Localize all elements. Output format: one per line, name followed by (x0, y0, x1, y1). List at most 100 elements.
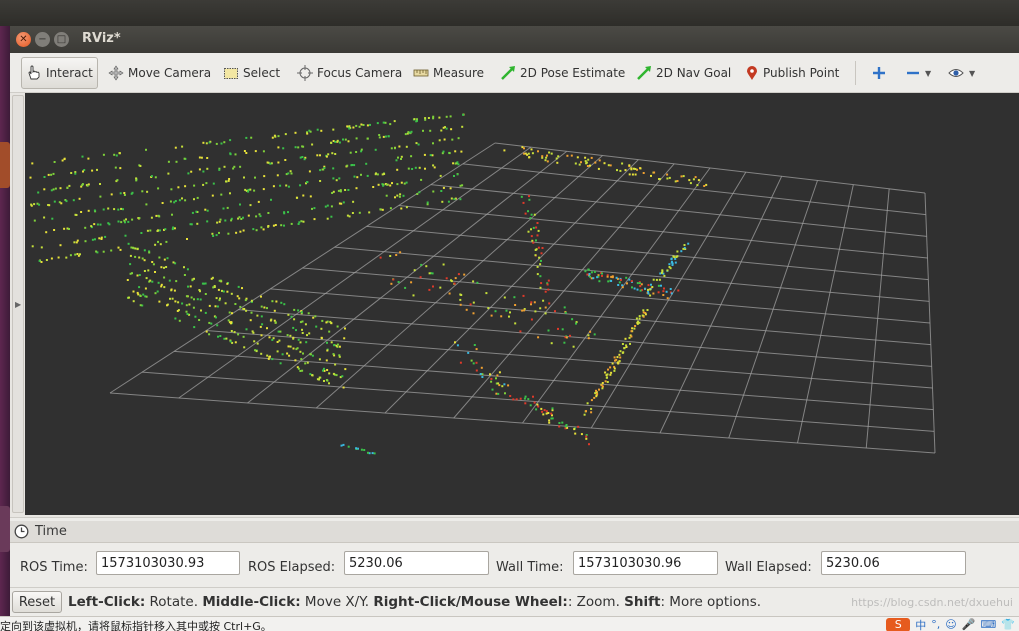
minimize-icon[interactable]: − (35, 32, 50, 47)
publish-point-tool-button[interactable]: Publish Point (741, 57, 843, 89)
move-camera-tool-button[interactable]: Move Camera (104, 57, 215, 89)
point-cloud-point (389, 184, 392, 187)
point-cloud-point (636, 282, 639, 285)
point-cloud-point (606, 381, 609, 383)
point-cloud-point (244, 299, 247, 302)
point-cloud-point (605, 376, 608, 379)
point-cloud-point (172, 261, 175, 264)
grid-line (462, 163, 926, 216)
point-cloud-point (389, 207, 392, 210)
point-cloud-point (166, 304, 168, 307)
ime-keyboard-icon[interactable]: ⌨ (980, 618, 996, 631)
point-cloud-point (193, 298, 195, 301)
point-cloud-point (202, 183, 205, 186)
point-cloud-point (230, 330, 233, 332)
point-cloud-point (115, 154, 118, 157)
point-cloud-point (501, 385, 504, 388)
point-cloud-point (445, 115, 448, 118)
point-cloud-point (177, 186, 180, 189)
point-cloud-point (311, 354, 314, 357)
select-tool-button[interactable]: Select (219, 57, 284, 89)
point-cloud-point (590, 399, 593, 402)
point-cloud-point (290, 315, 293, 318)
point-cloud-point (347, 140, 350, 143)
ros-elapsed-field[interactable] (344, 551, 489, 575)
point-cloud-point (617, 362, 620, 365)
2d-nav-goal-tool-button[interactable]: 2D Nav Goal (632, 57, 735, 89)
ime-emoji-icon[interactable]: ☺ (945, 618, 956, 631)
point-cloud-point (680, 175, 683, 178)
point-cloud-point (626, 282, 628, 285)
point-cloud-point (644, 313, 647, 316)
point-cloud-point (587, 158, 590, 161)
launcher-app-tile[interactable] (0, 142, 10, 188)
point-cloud-point (590, 156, 593, 159)
point-cloud-point (249, 188, 252, 191)
point-cloud-point (550, 412, 553, 415)
close-icon[interactable]: ✕ (16, 32, 31, 47)
ime-skin-icon[interactable]: 👕 (1001, 618, 1015, 631)
point-cloud-point (638, 315, 641, 318)
point-cloud-point (348, 127, 351, 130)
point-cloud-point (385, 183, 388, 186)
point-cloud-point (382, 135, 385, 138)
wall-time-field[interactable] (573, 551, 718, 575)
point-cloud-point (344, 189, 347, 191)
point-cloud-point (353, 164, 356, 167)
point-cloud-point (508, 315, 510, 318)
point-cloud-point (633, 287, 636, 290)
point-cloud-point (283, 303, 286, 306)
3d-viewport[interactable] (25, 93, 1019, 515)
point-cloud-point (210, 322, 213, 325)
point-cloud-point (163, 286, 166, 289)
point-cloud-point (438, 116, 441, 119)
ime-mode-icon[interactable]: 中 (915, 617, 926, 631)
wall-elapsed-field[interactable] (821, 551, 966, 575)
point-cloud-point (223, 141, 226, 144)
point-cloud-point (540, 282, 543, 285)
ime-voice-icon[interactable]: 🎤 (962, 618, 976, 631)
measure-tool-button[interactable]: Measure (409, 57, 488, 89)
point-cloud-point (634, 325, 637, 327)
launcher-app-tile[interactable] (0, 506, 10, 552)
point-cloud-point (50, 257, 53, 260)
left-dock-handle[interactable]: ▶ (12, 95, 24, 513)
remove-tool-button[interactable]: ▼ (902, 57, 935, 89)
point-cloud-point (662, 290, 665, 293)
point-cloud-point (297, 146, 300, 149)
point-cloud-point (351, 212, 354, 214)
point-cloud-point (158, 229, 161, 232)
point-cloud-point (266, 327, 268, 330)
point-cloud-point (543, 409, 546, 412)
point-cloud-point (580, 433, 583, 436)
maximize-icon[interactable]: □ (54, 32, 69, 47)
point-cloud-point (164, 228, 167, 231)
point-cloud-point (535, 239, 537, 242)
interact-tool-button[interactable]: Interact (21, 57, 98, 89)
point-cloud-point (625, 346, 628, 348)
2d-pose-estimate-tool-button[interactable]: 2D Pose Estimate (496, 57, 629, 89)
toolbar-separator (855, 61, 856, 85)
status-bar: Reset Left-Click: Rotate. Middle-Click: … (10, 587, 1019, 616)
point-cloud-point (546, 160, 549, 163)
point-cloud-point (676, 180, 679, 182)
point-cloud-point (610, 371, 613, 374)
ros-time-field[interactable] (96, 551, 240, 575)
ime-punct-icon[interactable]: °, (931, 618, 940, 631)
point-cloud-point (290, 222, 293, 225)
point-cloud-point (222, 290, 225, 293)
focus-camera-tool-button[interactable]: Focus Camera (293, 57, 406, 89)
visibility-button[interactable]: ▼ (944, 57, 979, 89)
sogou-logo-icon[interactable]: S (886, 617, 911, 631)
point-cloud-point (585, 410, 587, 413)
point-cloud-point (220, 142, 223, 145)
point-cloud-point (40, 261, 43, 263)
point-cloud-point (374, 148, 377, 151)
add-tool-button[interactable] (868, 57, 890, 89)
point-cloud-point (647, 292, 650, 295)
reset-button[interactable]: Reset (12, 591, 62, 613)
point-cloud-point (631, 173, 634, 176)
point-cloud-point (503, 149, 506, 152)
point-cloud-point (542, 299, 545, 302)
point-cloud-point (238, 297, 241, 300)
